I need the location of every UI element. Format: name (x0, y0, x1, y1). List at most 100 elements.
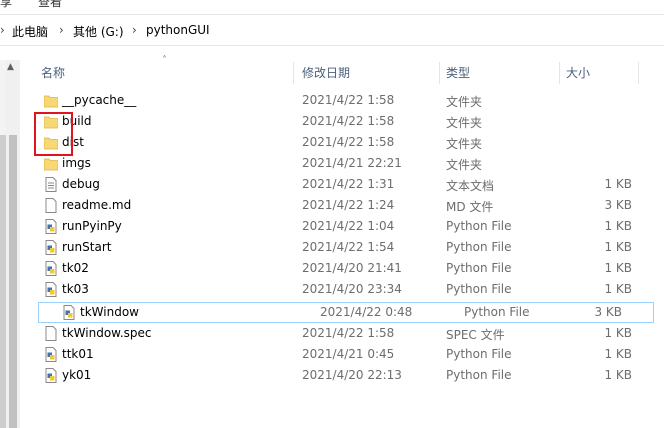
file-date: 2021/4/22 1:04 (302, 219, 395, 233)
address-bar[interactable]: › 此电脑 › 其他 (G:) › pythonGUI (0, 14, 664, 46)
file-row-focused[interactable]: tkWindow 2021/4/22 0:48 Python File 3 KB (38, 302, 654, 323)
breadcrumb-chevron-icon[interactable]: › (59, 23, 64, 37)
file-date: 2021/4/22 1:31 (302, 177, 395, 191)
file-name: tk02 (62, 261, 89, 275)
file-name: tk03 (62, 282, 89, 296)
file-row[interactable]: readme.md 2021/4/22 1:24 MD 文件 3 KB (20, 195, 664, 216)
file-size: 1 KB (604, 240, 632, 254)
column-divider[interactable] (638, 62, 639, 84)
file-name: runPyinPy (62, 219, 122, 233)
ribbon-strip: 享 查看 (0, 0, 664, 14)
file-name: runStart (62, 240, 112, 254)
scrollbar-thumb[interactable] (9, 135, 17, 428)
file-date: 2021/4/22 1:58 (302, 326, 395, 340)
file-name: ttk01 (62, 347, 94, 361)
file-row[interactable]: dist 2021/4/22 1:58 文件夹 (20, 132, 664, 153)
python-file-icon (44, 240, 58, 255)
file-name: yk01 (62, 368, 92, 382)
breadcrumb-chevron-icon: › (0, 23, 5, 37)
text-file-icon (44, 177, 58, 192)
folder-icon (43, 93, 59, 108)
file-type: 文件夹 (446, 137, 483, 151)
file-size: 1 KB (604, 261, 632, 275)
file-date: 2021/4/21 0:45 (302, 347, 395, 361)
file-name: tkWindow (80, 305, 139, 319)
file-type: Python File (446, 282, 512, 296)
python-file-icon (44, 261, 58, 276)
breadcrumb-chevron-icon[interactable]: › (132, 23, 137, 37)
column-divider[interactable] (559, 62, 560, 84)
breadcrumb-this-pc[interactable]: 此电脑 (12, 23, 48, 40)
ribbon-view-tab[interactable]: 查看 (38, 0, 62, 10)
annotation-highlight-box (34, 112, 73, 156)
file-type: MD 文件 (446, 200, 494, 214)
python-file-icon (44, 368, 58, 383)
file-size: 1 KB (604, 282, 632, 296)
python-file-icon (62, 305, 76, 320)
column-date-header[interactable]: 修改日期 (302, 60, 350, 86)
column-divider[interactable] (439, 62, 440, 84)
file-row[interactable]: debug 2021/4/22 1:31 文本文档 1 KB (20, 174, 664, 195)
scroll-up-arrow-icon[interactable]: ▲ (7, 62, 14, 72)
column-type-header[interactable]: 类型 (446, 60, 470, 86)
file-size: 3 KB (604, 198, 632, 212)
blank-file-icon (44, 198, 58, 213)
file-type: 文件夹 (446, 116, 483, 130)
file-row[interactable]: build 2021/4/22 1:58 文件夹 (20, 111, 664, 132)
file-list-scrollbar[interactable]: ▲ (6, 60, 20, 428)
ribbon-share-tab[interactable]: 享 (0, 0, 12, 10)
file-date: 2021/4/20 22:13 (302, 368, 402, 382)
file-date: 2021/4/22 1:58 (302, 114, 395, 128)
file-date: 2021/4/22 0:48 (320, 305, 413, 319)
file-date: 2021/4/21 22:21 (302, 156, 402, 170)
file-row[interactable]: tk03 2021/4/20 23:34 Python File 1 KB (20, 279, 664, 300)
file-date: 2021/4/22 1:24 (302, 198, 395, 212)
column-name-header[interactable]: 名称 (41, 60, 65, 86)
column-header: ˄ 名称 修改日期 类型 大小 (20, 55, 664, 86)
file-name: debug (62, 177, 100, 191)
file-name: imgs (62, 156, 91, 170)
file-type: Python File (446, 261, 512, 275)
file-date: 2021/4/22 1:58 (302, 135, 395, 149)
column-divider[interactable] (293, 62, 294, 84)
file-row[interactable]: tk02 2021/4/20 21:41 Python File 1 KB (20, 258, 664, 279)
file-name: __pycache__ (62, 93, 137, 107)
file-name: readme.md (62, 198, 132, 212)
blank-file-icon (44, 326, 58, 341)
file-row[interactable]: runStart 2021/4/22 1:54 Python File 1 KB (20, 237, 664, 258)
sort-ascending-icon: ˄ (162, 55, 167, 66)
file-type: 文本文档 (446, 179, 495, 193)
file-type: SPEC 文件 (446, 328, 505, 342)
column-size-header[interactable]: 大小 (566, 60, 590, 86)
breadcrumb-drive-g[interactable]: 其他 (G:) (73, 23, 124, 40)
file-size: 3 KB (594, 305, 622, 319)
file-name: tkWindow.spec (62, 326, 152, 340)
file-size: 1 KB (604, 177, 632, 191)
python-file-icon (44, 282, 58, 297)
file-row[interactable]: runPyinPy 2021/4/22 1:04 Python File 1 K… (20, 216, 664, 237)
file-date: 2021/4/22 1:54 (302, 240, 395, 254)
file-type: Python File (446, 368, 512, 382)
file-row[interactable]: __pycache__ 2021/4/22 1:58 文件夹 (20, 90, 664, 111)
file-type: Python File (446, 240, 512, 254)
file-size: 1 KB (604, 219, 632, 233)
file-size: 1 KB (604, 326, 632, 340)
file-type: 文件夹 (446, 158, 483, 172)
file-row[interactable]: tkWindow.spec 2021/4/22 1:58 SPEC 文件 1 K… (20, 323, 664, 344)
file-row[interactable]: ttk01 2021/4/21 0:45 Python File 1 KB (20, 344, 664, 365)
file-type: Python File (464, 305, 530, 319)
file-type: Python File (446, 219, 512, 233)
file-type: 文件夹 (446, 95, 483, 109)
file-size: 1 KB (604, 347, 632, 361)
file-date: 2021/4/20 21:41 (302, 261, 402, 275)
python-file-icon (44, 219, 58, 234)
file-date: 2021/4/22 1:58 (302, 93, 395, 107)
folder-icon (43, 156, 59, 171)
python-file-icon (44, 347, 58, 362)
file-date: 2021/4/20 23:34 (302, 282, 402, 296)
file-type: Python File (446, 347, 512, 361)
file-row[interactable]: yk01 2021/4/20 22:13 Python File 1 KB (20, 365, 664, 386)
breadcrumb-python-gui[interactable]: pythonGUI (146, 23, 210, 37)
file-row[interactable]: imgs 2021/4/21 22:21 文件夹 (20, 153, 664, 174)
file-size: 1 KB (604, 368, 632, 382)
